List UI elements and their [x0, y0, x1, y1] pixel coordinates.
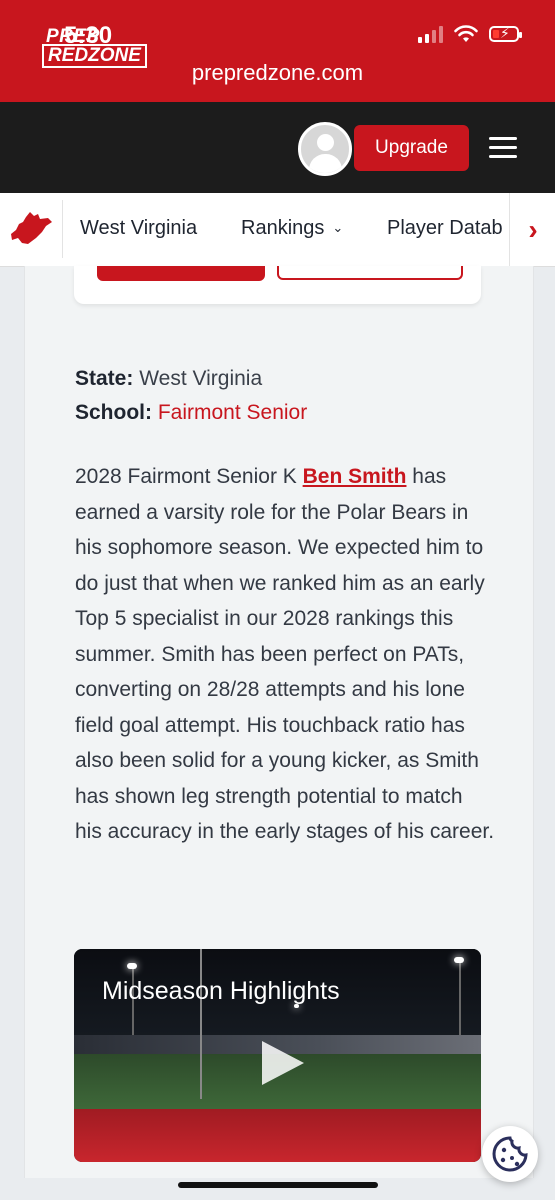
nav-item-rankings-label: Rankings: [241, 217, 325, 239]
user-avatar[interactable]: [298, 122, 352, 176]
article-body: 2028 Fairmont Senior K Ben Smith has ear…: [75, 459, 495, 850]
nav-divider: [62, 200, 63, 258]
play-icon[interactable]: [262, 1041, 304, 1085]
battery-charging-icon: ⚡: [489, 25, 522, 42]
nav-item-rankings[interactable]: Rankings ⌄: [241, 217, 343, 240]
state-label: State:: [75, 367, 134, 390]
school-row: School: Fairmont Senior: [75, 401, 307, 425]
primary-action-button[interactable]: [97, 266, 265, 281]
upgrade-button[interactable]: Upgrade: [354, 125, 469, 171]
nav-scroll-right-icon[interactable]: ›: [509, 193, 555, 266]
chevron-down-icon: ⌄: [332, 220, 344, 235]
west-virginia-state-icon[interactable]: [10, 210, 54, 248]
nav-item-player-database[interactable]: Player Datab: [387, 217, 511, 240]
cookie-settings-button[interactable]: [482, 1126, 538, 1182]
prep-redzone-logo[interactable]: PREP REDZONE: [18, 26, 148, 68]
state-value: West Virginia: [139, 367, 263, 390]
site-header: [0, 102, 555, 193]
logo-text-bottom: REDZONE: [42, 44, 147, 68]
hamburger-menu-icon[interactable]: [489, 137, 517, 159]
article-text-intro: 2028 Fairmont Senior K: [75, 465, 303, 488]
state-row: State: West Virginia: [75, 367, 262, 391]
cookie-icon: [492, 1136, 528, 1172]
status-icons: ⚡: [418, 24, 522, 44]
school-link[interactable]: Fairmont Senior: [158, 401, 307, 424]
video-title: Midseason Highlights: [102, 977, 340, 1005]
highlight-video[interactable]: Midseason Highlights: [74, 949, 481, 1162]
article-text-body: has earned a varsity role for the Polar …: [75, 465, 495, 843]
player-link[interactable]: Ben Smith: [303, 465, 407, 488]
school-label: School:: [75, 401, 152, 424]
cellular-signal-icon: [418, 25, 443, 43]
home-indicator: [178, 1182, 378, 1188]
secondary-action-button[interactable]: [277, 266, 463, 280]
nav-item-west-virginia[interactable]: West Virginia: [80, 217, 197, 240]
wifi-icon: [454, 25, 478, 42]
